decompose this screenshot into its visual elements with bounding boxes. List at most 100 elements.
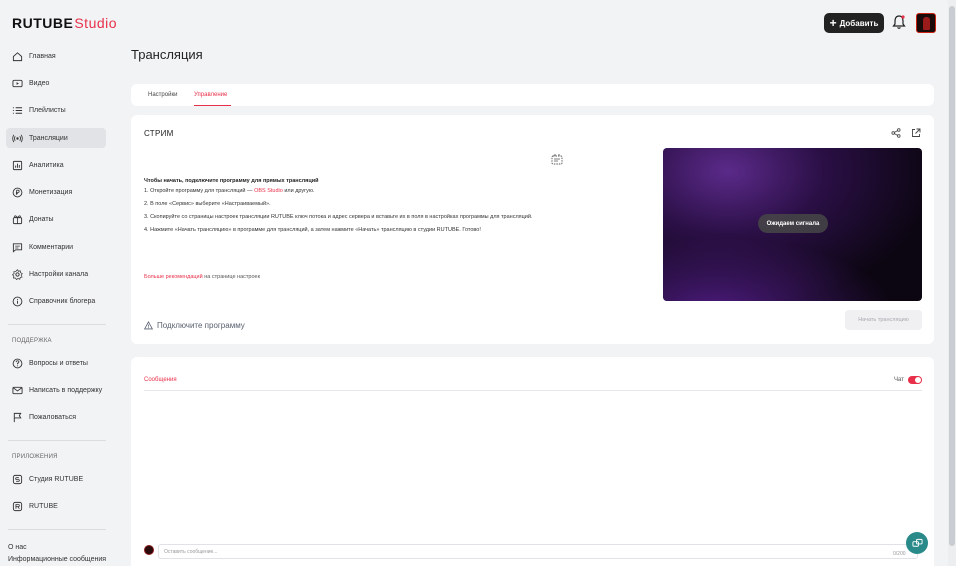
sidebar-item-monetization[interactable]: Монетизация bbox=[6, 182, 106, 202]
step-1-text: 1. Откройте программу для трансляций — bbox=[144, 188, 255, 194]
active-tab-indicator bbox=[194, 105, 231, 106]
instruction-step-3: 3. Скопируйте со страницы настроек транс… bbox=[144, 214, 533, 220]
sidebar-item-label: Справочник блогера bbox=[29, 297, 96, 305]
sidebar-item-home[interactable]: Главная bbox=[6, 46, 106, 66]
scrollbar-thumb[interactable] bbox=[949, 6, 955, 546]
chat-bubbles-icon bbox=[911, 538, 923, 547]
info-icon bbox=[12, 296, 23, 306]
logo-text: RUTUBE bbox=[12, 15, 74, 31]
stream-preview: Ожидаем сигнала bbox=[663, 148, 922, 301]
instructions-heading: Чтобы начать, подключите программу для п… bbox=[144, 178, 319, 184]
gear-icon bbox=[12, 268, 23, 280]
connect-program-status: Подключите программу bbox=[144, 321, 245, 330]
logo-studio-text: Studio bbox=[74, 15, 118, 31]
rutube-studio-logo[interactable]: RUTUBEStudio bbox=[12, 15, 117, 31]
tabs-bar: Настройки Управление bbox=[131, 84, 934, 106]
sidebar-item-rutube-app[interactable]: RUTUBE bbox=[6, 496, 106, 516]
footer-link-about[interactable]: О нас bbox=[8, 544, 27, 551]
instruction-step-1: 1. Откройте программу для трансляций — O… bbox=[144, 188, 315, 194]
sidebar-item-label: Комментарии bbox=[29, 243, 74, 251]
chat-avatar bbox=[144, 545, 154, 555]
stream-card: СТРИМ Чтобы начать, подключите программу… bbox=[131, 115, 934, 344]
chat-char-counter: 0/200 bbox=[893, 551, 906, 557]
add-button-label: Добавить bbox=[839, 18, 879, 28]
question-icon bbox=[12, 358, 23, 368]
sidebar-item-label: Видео bbox=[29, 79, 50, 87]
share-icon[interactable] bbox=[891, 128, 901, 138]
obs-studio-link[interactable]: OBS Studio bbox=[254, 188, 283, 194]
stream-title: СТРИМ bbox=[144, 129, 174, 138]
external-link-icon[interactable] bbox=[911, 128, 921, 138]
sidebar-item-label: Донаты bbox=[29, 215, 54, 223]
more-recommendations-link[interactable]: Больше рекомендаций bbox=[144, 274, 203, 280]
chat-toggle-label: Чат bbox=[894, 377, 904, 383]
sidebar-item-label: Студия RUTUBE bbox=[29, 475, 84, 483]
flag-icon bbox=[13, 412, 22, 422]
sidebar-item-label: Настройки канала bbox=[29, 270, 89, 278]
plug-illustration-icon bbox=[551, 154, 563, 165]
sidebar-item-label: Пожаловаться bbox=[29, 413, 77, 421]
sidebar-divider bbox=[8, 324, 106, 325]
page-title: Трансляция bbox=[131, 47, 203, 62]
start-broadcast-button[interactable]: Начать трансляцию bbox=[845, 310, 922, 330]
sidebar-item-comments[interactable]: Комментарии bbox=[6, 237, 106, 257]
support-heading: ПОДДЕРЖКА bbox=[12, 338, 52, 344]
playlist-icon bbox=[12, 106, 23, 114]
sidebar-item-label: Аналитика bbox=[29, 161, 64, 169]
broadcast-icon bbox=[12, 134, 23, 142]
chat-card: Сообщения Чат Оставить сообщение... 0/20… bbox=[131, 357, 934, 566]
sidebar-item-label: Вопросы и ответы bbox=[29, 359, 88, 367]
sidebar-item-contact-support[interactable]: Написать в поддержку bbox=[6, 380, 106, 400]
instruction-step-4: 4. Нажмите «Начать трансляцию» в програм… bbox=[144, 227, 481, 233]
video-icon bbox=[12, 79, 23, 87]
chat-input-placeholder: Оставить сообщение... bbox=[164, 548, 218, 555]
analytics-icon bbox=[12, 160, 23, 170]
sidebar-item-donations[interactable]: Донаты bbox=[6, 209, 106, 229]
gift-icon bbox=[12, 214, 23, 224]
step-1-text-end: или другую. bbox=[282, 188, 315, 194]
coin-icon bbox=[12, 187, 23, 197]
mail-icon bbox=[12, 386, 23, 394]
more-recommendations-rest: на странице настроек bbox=[202, 274, 260, 280]
studio-app-icon bbox=[12, 474, 23, 484]
tab-settings[interactable]: Настройки bbox=[148, 92, 177, 98]
user-avatar[interactable] bbox=[916, 13, 936, 33]
sidebar-item-label: Монетизация bbox=[29, 188, 73, 196]
chat-divider bbox=[144, 390, 922, 391]
sidebar-item-faq[interactable]: Вопросы и ответы bbox=[6, 353, 106, 373]
sidebar-item-blogger-guide[interactable]: Справочник блогера bbox=[6, 291, 106, 311]
sidebar-item-label: Трансляции bbox=[29, 134, 68, 142]
tab-management[interactable]: Управление bbox=[194, 92, 227, 98]
apps-heading: ПРИЛОЖЕНИЯ bbox=[12, 454, 58, 460]
sidebar-item-report[interactable]: Пожаловаться bbox=[6, 407, 106, 427]
chat-messages-label: Сообщения bbox=[144, 377, 177, 383]
sidebar-item-label: Написать в поддержку bbox=[29, 386, 103, 394]
sidebar-item-channel-settings[interactable]: Настройки канала bbox=[6, 264, 106, 284]
sidebar-item-playlists[interactable]: Плейлисты bbox=[6, 100, 106, 120]
sidebar: Главная Видео Плейлисты Трансляции Анали… bbox=[0, 46, 120, 566]
more-recommendations[interactable]: Больше рекомендаций на странице настроек bbox=[144, 274, 260, 280]
top-bar: RUTUBEStudio + Добавить bbox=[0, 0, 956, 46]
rutube-app-icon bbox=[12, 501, 23, 511]
sidebar-item-broadcasts[interactable]: Трансляции bbox=[6, 128, 106, 148]
chat-message-input[interactable]: Оставить сообщение... bbox=[158, 544, 918, 559]
plus-icon: + bbox=[829, 16, 837, 30]
sidebar-item-video[interactable]: Видео bbox=[6, 73, 106, 93]
sidebar-divider bbox=[8, 529, 106, 530]
chat-toggle[interactable] bbox=[908, 376, 922, 384]
add-button[interactable]: + Добавить bbox=[824, 13, 884, 33]
instruction-step-2: 2. В поле «Сервис» выберите «Настраиваем… bbox=[144, 201, 271, 207]
warning-icon bbox=[144, 321, 153, 330]
sidebar-item-analytics[interactable]: Аналитика bbox=[6, 155, 106, 175]
sidebar-item-label: Главная bbox=[29, 52, 56, 60]
waiting-signal-badge: Ожидаем сигнала bbox=[758, 214, 828, 233]
footer-link-info-messages[interactable]: Информационные сообщения bbox=[8, 556, 106, 563]
bell-icon[interactable] bbox=[892, 14, 906, 30]
home-icon bbox=[12, 51, 23, 61]
connect-program-label: Подключите программу bbox=[157, 321, 245, 330]
sidebar-item-studio-app[interactable]: Студия RUTUBE bbox=[6, 469, 106, 489]
comment-icon bbox=[12, 242, 23, 253]
sidebar-item-label: RUTUBE bbox=[29, 502, 58, 510]
sidebar-divider bbox=[8, 440, 106, 441]
support-chat-button[interactable] bbox=[906, 532, 928, 554]
